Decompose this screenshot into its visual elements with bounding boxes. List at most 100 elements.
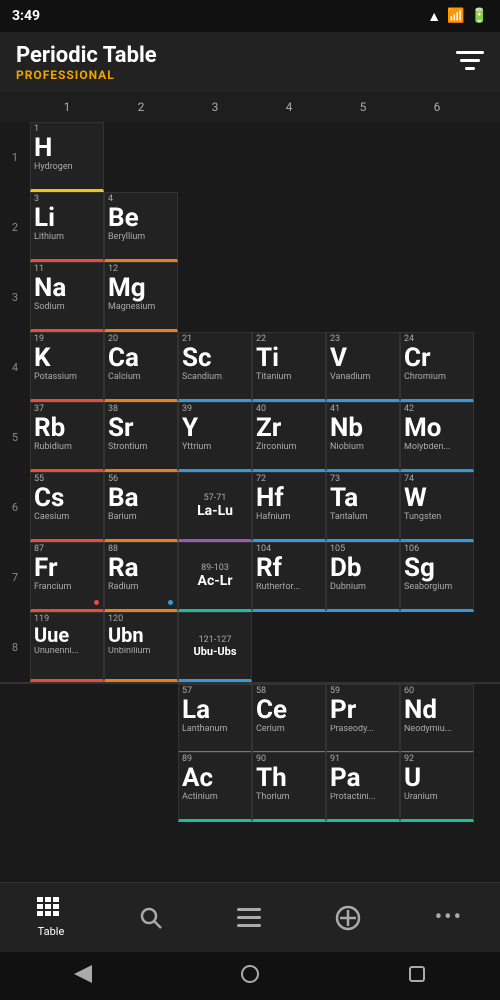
element-U[interactable]: 92 U Uranium	[400, 752, 474, 822]
status-bar: 3:49 ▲ 📶 🔋	[0, 0, 500, 32]
element-Na[interactable]: 11 Na Sodium	[30, 262, 104, 332]
home-icon	[240, 964, 260, 984]
empty-1-3	[178, 122, 252, 192]
back-icon	[74, 965, 92, 983]
element-LaLu[interactable]: 57-71 La-Lu	[178, 472, 252, 542]
wifi-icon: ▲	[427, 8, 441, 25]
element-La[interactable]: 57 La Lanthanum	[178, 684, 252, 754]
more-icon: •••	[435, 905, 463, 930]
row-num-1: 1	[0, 122, 30, 192]
element-Db[interactable]: 105 Db Dubnium	[326, 542, 400, 612]
period-3: 3 11 Na Sodium 12 Mg Magnesium	[0, 262, 500, 332]
empty-3-3	[178, 262, 252, 332]
actinide-row: 89 Ac Actinium 90 Th Thorium 91 Pa Prota…	[0, 752, 500, 822]
element-Ce[interactable]: 58 Ce Cerium	[252, 684, 326, 754]
col-3: 3	[178, 100, 252, 114]
empty-8-6	[400, 612, 474, 682]
element-Li[interactable]: 3 Li Lithium	[30, 192, 104, 262]
empty-8-4	[252, 612, 326, 682]
element-Zr[interactable]: 40 Zr Zirconium	[252, 402, 326, 472]
column-headers: 1 2 3 4 5 6	[0, 92, 500, 122]
element-Nb[interactable]: 41 Nb Niobium	[326, 402, 400, 472]
element-Ca[interactable]: 20 Ca Calcium	[104, 332, 178, 402]
filter-button[interactable]	[456, 49, 484, 75]
element-Ubn[interactable]: 120 Ubn Unbinilium	[104, 612, 178, 682]
element-K[interactable]: 19 K Potassium	[30, 332, 104, 402]
signal-icon: 📶	[447, 8, 464, 24]
table-icon	[37, 897, 65, 921]
element-W[interactable]: 74 W Tungsten	[400, 472, 474, 542]
period-2: 2 3 Li Lithium 4 Be Beryllium	[0, 192, 500, 262]
search-icon	[139, 906, 163, 930]
row-num-7: 7	[0, 542, 30, 612]
col-6: 6	[400, 100, 474, 114]
row-num-2: 2	[0, 192, 30, 262]
element-Sc[interactable]: 21 Sc Scandium	[178, 332, 252, 402]
app-subtitle: PROFESSIONAL	[16, 68, 157, 82]
recent-button[interactable]	[408, 965, 426, 987]
nav-compare[interactable]	[319, 897, 377, 939]
element-H[interactable]: 1 H Hydrogen	[30, 122, 104, 192]
element-Ac[interactable]: 89 Ac Actinium	[178, 752, 252, 822]
row-num-6: 6	[0, 472, 30, 542]
period-8: 8 119 Uue Ununenni... 120 Ubn Unbinilium…	[0, 612, 500, 682]
period-5: 5 37 Rb Rubidium 38 Sr Strontium 39 Y Yt…	[0, 402, 500, 472]
empty-2-6	[400, 192, 474, 262]
element-Mg[interactable]: 12 Mg Magnesium	[104, 262, 178, 332]
empty-act-1	[30, 752, 104, 822]
nav-list[interactable]	[221, 900, 277, 936]
empty-2-3	[178, 192, 252, 262]
app-title: Periodic Table	[16, 43, 157, 68]
period-1: 1 1 H Hydrogen	[0, 122, 500, 192]
element-Pa[interactable]: 91 Pa Protactini...	[326, 752, 400, 822]
col-2: 2	[104, 100, 178, 114]
col-4: 4	[252, 100, 326, 114]
element-AcLr[interactable]: 89-103 Ac-Lr	[178, 542, 252, 612]
empty-2-4	[252, 192, 326, 262]
filter-icon	[456, 49, 484, 71]
header-title-group: Periodic Table PROFESSIONAL	[16, 43, 157, 82]
element-Hf[interactable]: 72 Hf Hafnium	[252, 472, 326, 542]
nav-more[interactable]: •••	[419, 897, 479, 938]
period-7: 7 87 Fr Francium 88 Ra Radium 89-103 Ac-…	[0, 542, 500, 612]
recent-icon	[408, 965, 426, 983]
empty-1-6	[400, 122, 474, 192]
periodic-table: 1 1 H Hydrogen 2 3 Li Lithium 4 Be Beryl…	[0, 122, 500, 822]
back-button[interactable]	[74, 965, 92, 987]
empty-3-4	[252, 262, 326, 332]
empty-lan-1	[30, 684, 104, 754]
dot-Fr	[94, 600, 99, 605]
nav-table[interactable]: Table	[21, 889, 81, 946]
period-6: 6 55 Cs Caesium 56 Ba Barium 57-71 La-Lu…	[0, 472, 500, 542]
empty-1-5	[326, 122, 400, 192]
element-Ba[interactable]: 56 Ba Barium	[104, 472, 178, 542]
element-Be[interactable]: 4 Be Beryllium	[104, 192, 178, 262]
element-Fr[interactable]: 87 Fr Francium	[30, 542, 104, 612]
element-Ra[interactable]: 88 Ra Radium	[104, 542, 178, 612]
dot-Ra	[168, 600, 173, 605]
element-Y[interactable]: 39 Y Yttrium	[178, 402, 252, 472]
element-UbuUbs[interactable]: 121-127 Ubu-Ubs	[178, 612, 252, 682]
row-num-3: 3	[0, 262, 30, 332]
element-Rf[interactable]: 104 Rf Rutherfor...	[252, 542, 326, 612]
lanthanide-row: 57 La Lanthanum 58 Ce Cerium 59 Pr Prase…	[0, 682, 500, 752]
element-Sr[interactable]: 38 Sr Strontium	[104, 402, 178, 472]
col-1: 1	[30, 100, 104, 114]
row-num-lanthanide	[0, 684, 30, 752]
element-Uue[interactable]: 119 Uue Ununenni...	[30, 612, 104, 682]
element-Ti[interactable]: 22 Ti Titanium	[252, 332, 326, 402]
element-V[interactable]: 23 V Vanadium	[326, 332, 400, 402]
element-Rb[interactable]: 37 Rb Rubidium	[30, 402, 104, 472]
element-Ta[interactable]: 73 Ta Tantalum	[326, 472, 400, 542]
element-Nd[interactable]: 60 Nd Neodymiu...	[400, 684, 474, 754]
element-Pr[interactable]: 59 Pr Praseody...	[326, 684, 400, 754]
nav-search[interactable]	[123, 898, 179, 938]
element-Cs[interactable]: 55 Cs Caesium	[30, 472, 104, 542]
home-button[interactable]	[240, 964, 260, 988]
element-Th[interactable]: 90 Th Thorium	[252, 752, 326, 822]
element-Cr[interactable]: 24 Cr Chromium	[400, 332, 474, 402]
element-Mo[interactable]: 42 Mo Molybden...	[400, 402, 474, 472]
element-Sg[interactable]: 106 Sg Seaborgium	[400, 542, 474, 612]
empty-1-4	[252, 122, 326, 192]
empty-3-6	[400, 262, 474, 332]
